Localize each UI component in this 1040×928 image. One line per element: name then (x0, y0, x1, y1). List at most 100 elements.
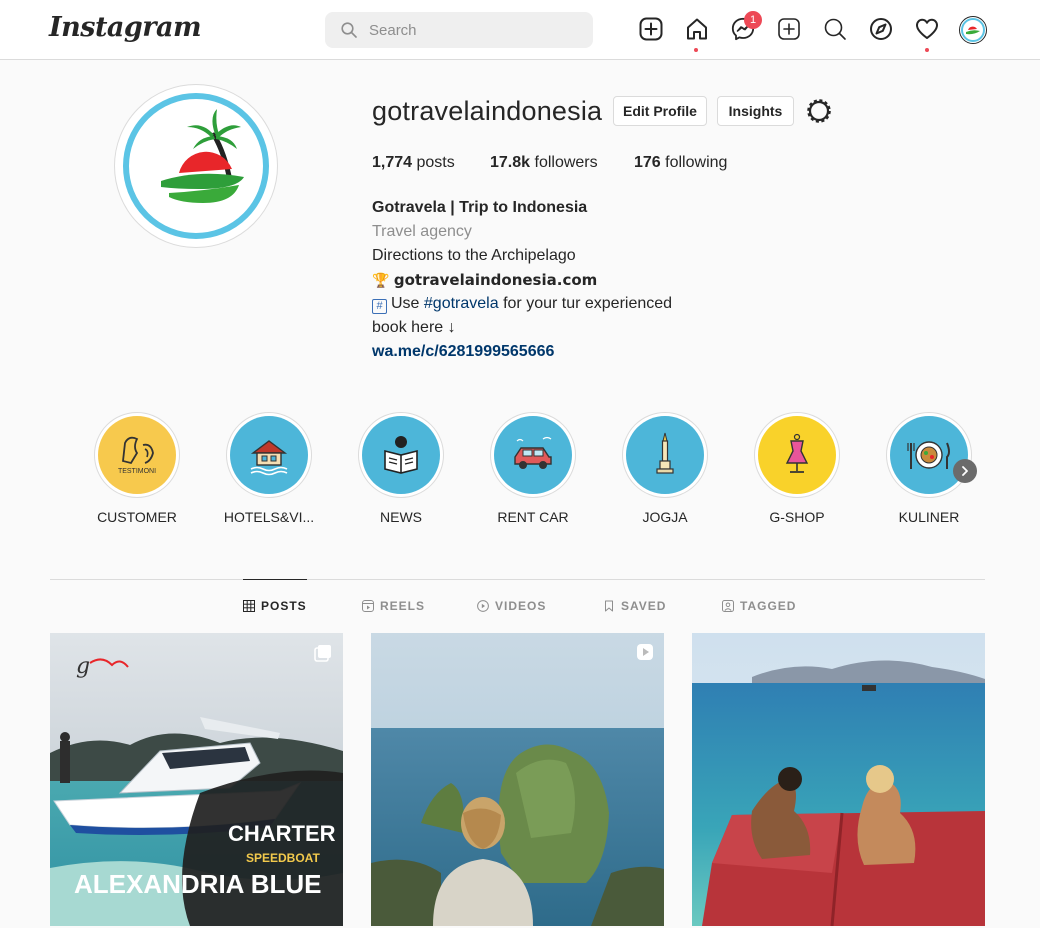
tab-label: SAVED (621, 599, 667, 613)
tab-saved[interactable]: SAVED (603, 580, 666, 632)
search-icon (824, 18, 846, 40)
following-stat[interactable]: 176 following (634, 154, 727, 172)
search-box[interactable] (325, 12, 593, 48)
edit-profile-button[interactable]: Edit Profile (613, 96, 707, 126)
highlight-jogja[interactable]: JOGJA (622, 412, 708, 525)
highlight-label: NEWS (380, 509, 422, 525)
tab-tagged[interactable]: TAGGED (722, 580, 796, 632)
profile-picture-image (123, 93, 269, 239)
post-tile[interactable]: g CHARTER SPEEDBOAT ALEXANDRIA BLUE (50, 633, 343, 926)
profile-bio: Gotravela | Trip to Indonesia Travel age… (372, 196, 672, 364)
highlight-news[interactable]: NEWS (358, 412, 444, 525)
home-button[interactable] (684, 16, 710, 42)
highlight-cover (230, 416, 308, 494)
activity-button[interactable] (914, 16, 940, 42)
new-post-button[interactable] (638, 16, 664, 42)
highlight-g-shop[interactable]: G-SHOP (754, 412, 840, 525)
post-image (692, 633, 985, 926)
bio-website-line: 🏆 gotravelaindonesia.com (372, 268, 672, 292)
highlight-ring (754, 412, 840, 498)
carousel-icon (314, 645, 331, 662)
profile-username: gotravelaindonesia (372, 96, 603, 126)
trophy-icon: 🏆 (372, 272, 390, 288)
followers-count: 17.8k (490, 154, 531, 171)
create-button[interactable] (776, 16, 802, 42)
bio-line: Directions to the Archipelago (372, 247, 576, 264)
highlight-customer[interactable]: TESTIMONI CUSTOMER (94, 412, 180, 525)
following-count: 176 (634, 154, 661, 171)
bookmark-icon (605, 600, 613, 612)
car-icon (514, 436, 552, 469)
tab-label: REELS (380, 599, 426, 613)
hash-keycap-icon: # (372, 299, 387, 314)
search-input[interactable] (369, 12, 579, 48)
tag-icon (722, 600, 734, 612)
home-activity-dot (694, 48, 698, 52)
highlight-ring (490, 412, 576, 498)
reels-icon (362, 600, 374, 612)
bio-hashtag-line: # Use #gotravela for your tur experienced (372, 292, 672, 316)
post-title-line2: SPEEDBOAT (246, 851, 320, 865)
post-title-line3: ALEXANDRIA BLUE (74, 869, 322, 899)
top-navigation-bar: Instagram 1 (0, 0, 1040, 60)
posts-count: 1,774 (372, 154, 413, 171)
tab-reels[interactable]: REELS (362, 580, 425, 632)
highlight-ring (226, 412, 312, 498)
tab-label: POSTS (261, 598, 307, 613)
bio-hashtag-link[interactable]: #gotravela (424, 295, 499, 312)
explore-button[interactable] (868, 16, 894, 42)
highlight-rent-car[interactable]: RENT CAR (490, 412, 576, 525)
tab-posts[interactable]: POSTS (243, 579, 307, 631)
highlight-cover (362, 416, 440, 494)
highlight-ring (622, 412, 708, 498)
highlight-ring: TESTIMONI (94, 412, 180, 498)
explore-icon (870, 18, 892, 40)
tab-label: VIDEOS (495, 599, 547, 613)
posts-count-stat: 1,774 posts (372, 154, 455, 172)
highlight-label: JOGJA (642, 509, 688, 525)
highlight-label: RENT CAR (497, 509, 569, 525)
testimoni-text: TESTIMONI (118, 468, 156, 475)
activity-heart-icon (916, 18, 938, 39)
bio-use-prefix: Use (391, 295, 420, 312)
profile-avatar[interactable] (959, 16, 987, 44)
home-icon (687, 18, 707, 40)
svg-text:g: g (76, 654, 90, 679)
profile-picture[interactable] (114, 84, 278, 248)
followers-stat[interactable]: 17.8k followers (490, 154, 598, 172)
search-nav-button[interactable] (822, 16, 848, 42)
highlight-ring (358, 412, 444, 498)
insights-button[interactable]: Insights (717, 96, 794, 126)
posts-label: posts (416, 154, 455, 171)
post-tile[interactable] (692, 633, 985, 926)
highlight-cover (890, 416, 968, 494)
highlight-ring (886, 412, 972, 498)
highlight-hotels[interactable]: HOTELS&VI... (224, 412, 314, 525)
gotravela-logo (161, 109, 244, 203)
highlight-label: KULINER (898, 509, 960, 525)
settings-gear-icon[interactable] (806, 98, 832, 124)
grid-icon (243, 599, 255, 612)
instagram-logo[interactable]: Instagram (49, 12, 202, 43)
highlights-next-button[interactable] (953, 459, 977, 483)
profile-logo-icon (961, 18, 985, 42)
search-icon (341, 22, 357, 38)
food-plate-icon (907, 441, 950, 469)
highlight-cover (626, 416, 704, 494)
bio-whatsapp-link[interactable]: wa.me/c/6281999565666 (372, 340, 672, 364)
highlight-cover: TESTIMONI (98, 416, 176, 494)
reel-play-icon (637, 644, 653, 660)
highlight-label: G-SHOP (769, 509, 825, 525)
video-icon (477, 600, 489, 612)
tab-videos[interactable]: VIDEOS (477, 580, 546, 632)
bio-book-line: book here ↓ (372, 319, 456, 336)
highlight-cover (494, 416, 572, 494)
post-tile[interactable] (371, 633, 664, 926)
following-label: following (665, 154, 728, 171)
testimonial-icon: TESTIMONI (118, 436, 156, 475)
highlight-kuliner[interactable]: KULINER (886, 412, 972, 525)
tugu-monument-icon (656, 432, 674, 474)
activity-dot (925, 48, 929, 52)
tab-label: TAGGED (740, 599, 797, 613)
bio-use-suffix: for your tur experienced (503, 295, 673, 312)
